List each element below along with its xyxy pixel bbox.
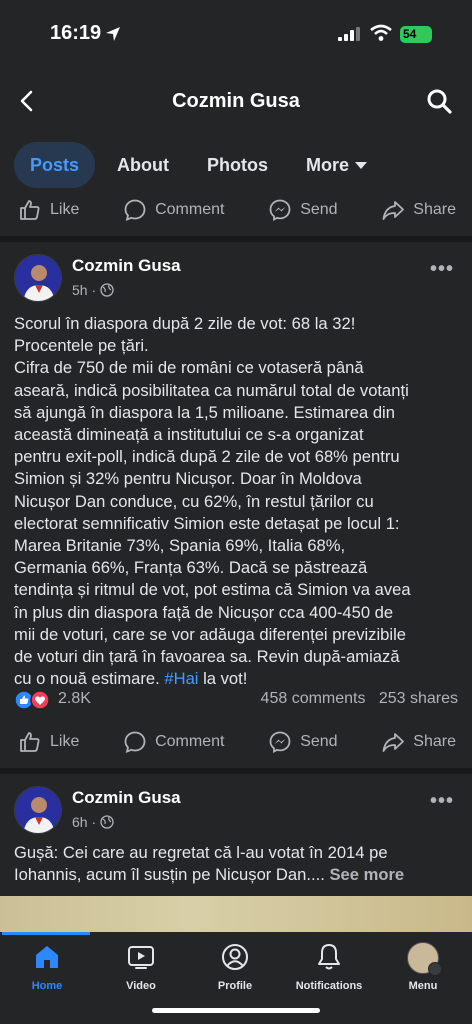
post-options-icon[interactable]: ••• — [430, 258, 454, 281]
author-photo-icon — [15, 787, 61, 833]
nav-video[interactable]: Video — [94, 942, 188, 992]
wifi-icon — [370, 24, 392, 41]
send-button[interactable]: Send — [268, 198, 338, 222]
post-meta: 5h · — [72, 282, 114, 298]
home-icon — [36, 946, 58, 968]
post-text-end: la vot! — [198, 669, 248, 689]
avatar[interactable] — [14, 254, 62, 302]
like-button[interactable]: Like — [18, 198, 79, 222]
post-body: Scorul în diaspora după 2 zile de vot: 6… — [14, 313, 460, 690]
post-options-icon[interactable]: ••• — [430, 790, 454, 813]
menu-badge-icon — [428, 962, 442, 976]
comment-label: Comment — [155, 733, 225, 750]
globe-icon — [100, 815, 114, 829]
page-title: Cozmin Gusa — [172, 90, 300, 112]
post-header: Cozmin Gusa 6h · ••• — [14, 786, 458, 836]
feed-divider — [0, 236, 472, 242]
reactions-bar[interactable]: 2.8K 458 comments 253 shares — [14, 688, 458, 712]
post-body: Gușă: Cei care au regretat că l-au votat… — [14, 842, 460, 886]
share-icon — [382, 733, 405, 752]
messenger-icon — [269, 731, 291, 753]
home-indicator — [152, 1008, 320, 1013]
post-time: 6h · — [72, 814, 97, 830]
nav-menu[interactable]: Menu — [376, 942, 470, 992]
post-meta: 6h · — [72, 814, 114, 830]
feed-divider — [0, 768, 472, 774]
battery-indicator: 54 — [400, 26, 432, 43]
nav-notifications-label: Notifications — [295, 980, 363, 992]
tab-more-label: More — [306, 155, 350, 175]
like-icon — [20, 200, 40, 220]
tab-photos[interactable]: Photos — [191, 142, 284, 188]
globe-icon — [100, 283, 114, 297]
avatar[interactable] — [14, 786, 62, 834]
comment-label: Comment — [155, 201, 225, 218]
hashtag-link[interactable]: #Hai — [164, 669, 198, 688]
nav-home[interactable]: Home — [0, 942, 94, 992]
share-button[interactable]: Share — [381, 730, 456, 754]
nav-video-label: Video — [126, 980, 156, 992]
share-icon — [382, 201, 405, 220]
nav-home-label: Home — [31, 980, 63, 992]
tab-posts[interactable]: Posts — [14, 142, 96, 188]
profile-icon — [222, 944, 248, 970]
caret-down-icon — [355, 161, 368, 169]
comment-button[interactable]: Comment — [123, 730, 224, 754]
comment-icon — [124, 199, 146, 221]
post-image[interactable] — [0, 896, 472, 932]
battery-level: 54 — [403, 27, 417, 41]
profile-tabs: Posts About Photos More — [14, 142, 383, 188]
post-actions: Like Comment Send Share — [0, 718, 472, 766]
send-label: Send — [300, 733, 338, 750]
nav-menu-label: Menu — [408, 980, 438, 992]
nav-notifications[interactable]: Notifications — [282, 942, 376, 992]
post-time: 5h · — [72, 282, 97, 298]
comment-icon — [124, 731, 146, 753]
messenger-icon — [269, 199, 291, 221]
share-button[interactable]: Share — [381, 198, 456, 222]
like-label: Like — [50, 201, 80, 218]
menu-avatar — [407, 942, 442, 976]
reaction-icons — [14, 690, 50, 710]
post-text: Scorul în diaspora după 2 zile de vot: 6… — [14, 314, 411, 689]
active-tab-indicator — [2, 932, 90, 935]
send-label: Send — [300, 201, 338, 218]
comment-count[interactable]: 458 comments — [261, 690, 366, 707]
cell-signal-icon — [338, 27, 360, 41]
video-icon — [128, 946, 154, 969]
reaction-count: 2.8K — [58, 690, 91, 707]
bell-icon — [318, 944, 340, 970]
location-arrow-icon — [106, 27, 120, 41]
post-actions-top: Like Comment Send Share — [0, 186, 472, 234]
post-header: Cozmin Gusa 5h · ••• — [14, 254, 458, 304]
nav-profile-label: Profile — [217, 980, 253, 992]
status-bar: 16:19 54 — [0, 0, 472, 64]
see-more-link[interactable]: See more — [329, 865, 404, 884]
share-count[interactable]: 253 shares — [379, 690, 458, 707]
comment-button[interactable]: Comment — [123, 198, 224, 222]
status-time: 16:19 — [50, 22, 102, 44]
send-button[interactable]: Send — [268, 730, 338, 754]
post-author[interactable]: Cozmin Gusa — [72, 788, 181, 808]
tab-about[interactable]: About — [101, 142, 185, 188]
nav-profile[interactable]: Profile — [188, 942, 282, 992]
like-button[interactable]: Like — [18, 730, 79, 754]
author-photo-icon — [15, 255, 61, 301]
post-author[interactable]: Cozmin Gusa — [72, 256, 181, 276]
tab-more[interactable]: More — [290, 142, 383, 188]
share-label: Share — [413, 201, 456, 218]
like-icon — [20, 732, 40, 752]
page-header: Cozmin Gusa — [0, 64, 472, 136]
search-icon[interactable] — [426, 88, 452, 114]
share-label: Share — [413, 733, 456, 750]
like-label: Like — [50, 733, 80, 750]
comments-shares[interactable]: 458 comments 253 shares — [261, 690, 458, 708]
